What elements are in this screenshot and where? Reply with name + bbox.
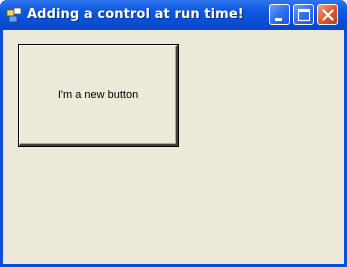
minimize-icon	[275, 18, 282, 21]
new-button-label: I'm a new button	[57, 89, 139, 101]
form-client-area: I'm a new button	[3, 30, 344, 264]
app-window: Adding a control at run time! I'm a new …	[0, 0, 347, 267]
title-bar[interactable]: Adding a control at run time!	[0, 0, 347, 30]
close-icon	[322, 9, 334, 21]
new-button[interactable]: I'm a new button	[18, 44, 179, 147]
app-icon[interactable]	[6, 7, 22, 23]
window-title: Adding a control at run time!	[27, 7, 244, 22]
maximize-button[interactable]	[293, 4, 314, 25]
minimize-button[interactable]	[269, 4, 290, 25]
close-button[interactable]	[317, 4, 338, 25]
maximize-icon	[297, 8, 311, 22]
